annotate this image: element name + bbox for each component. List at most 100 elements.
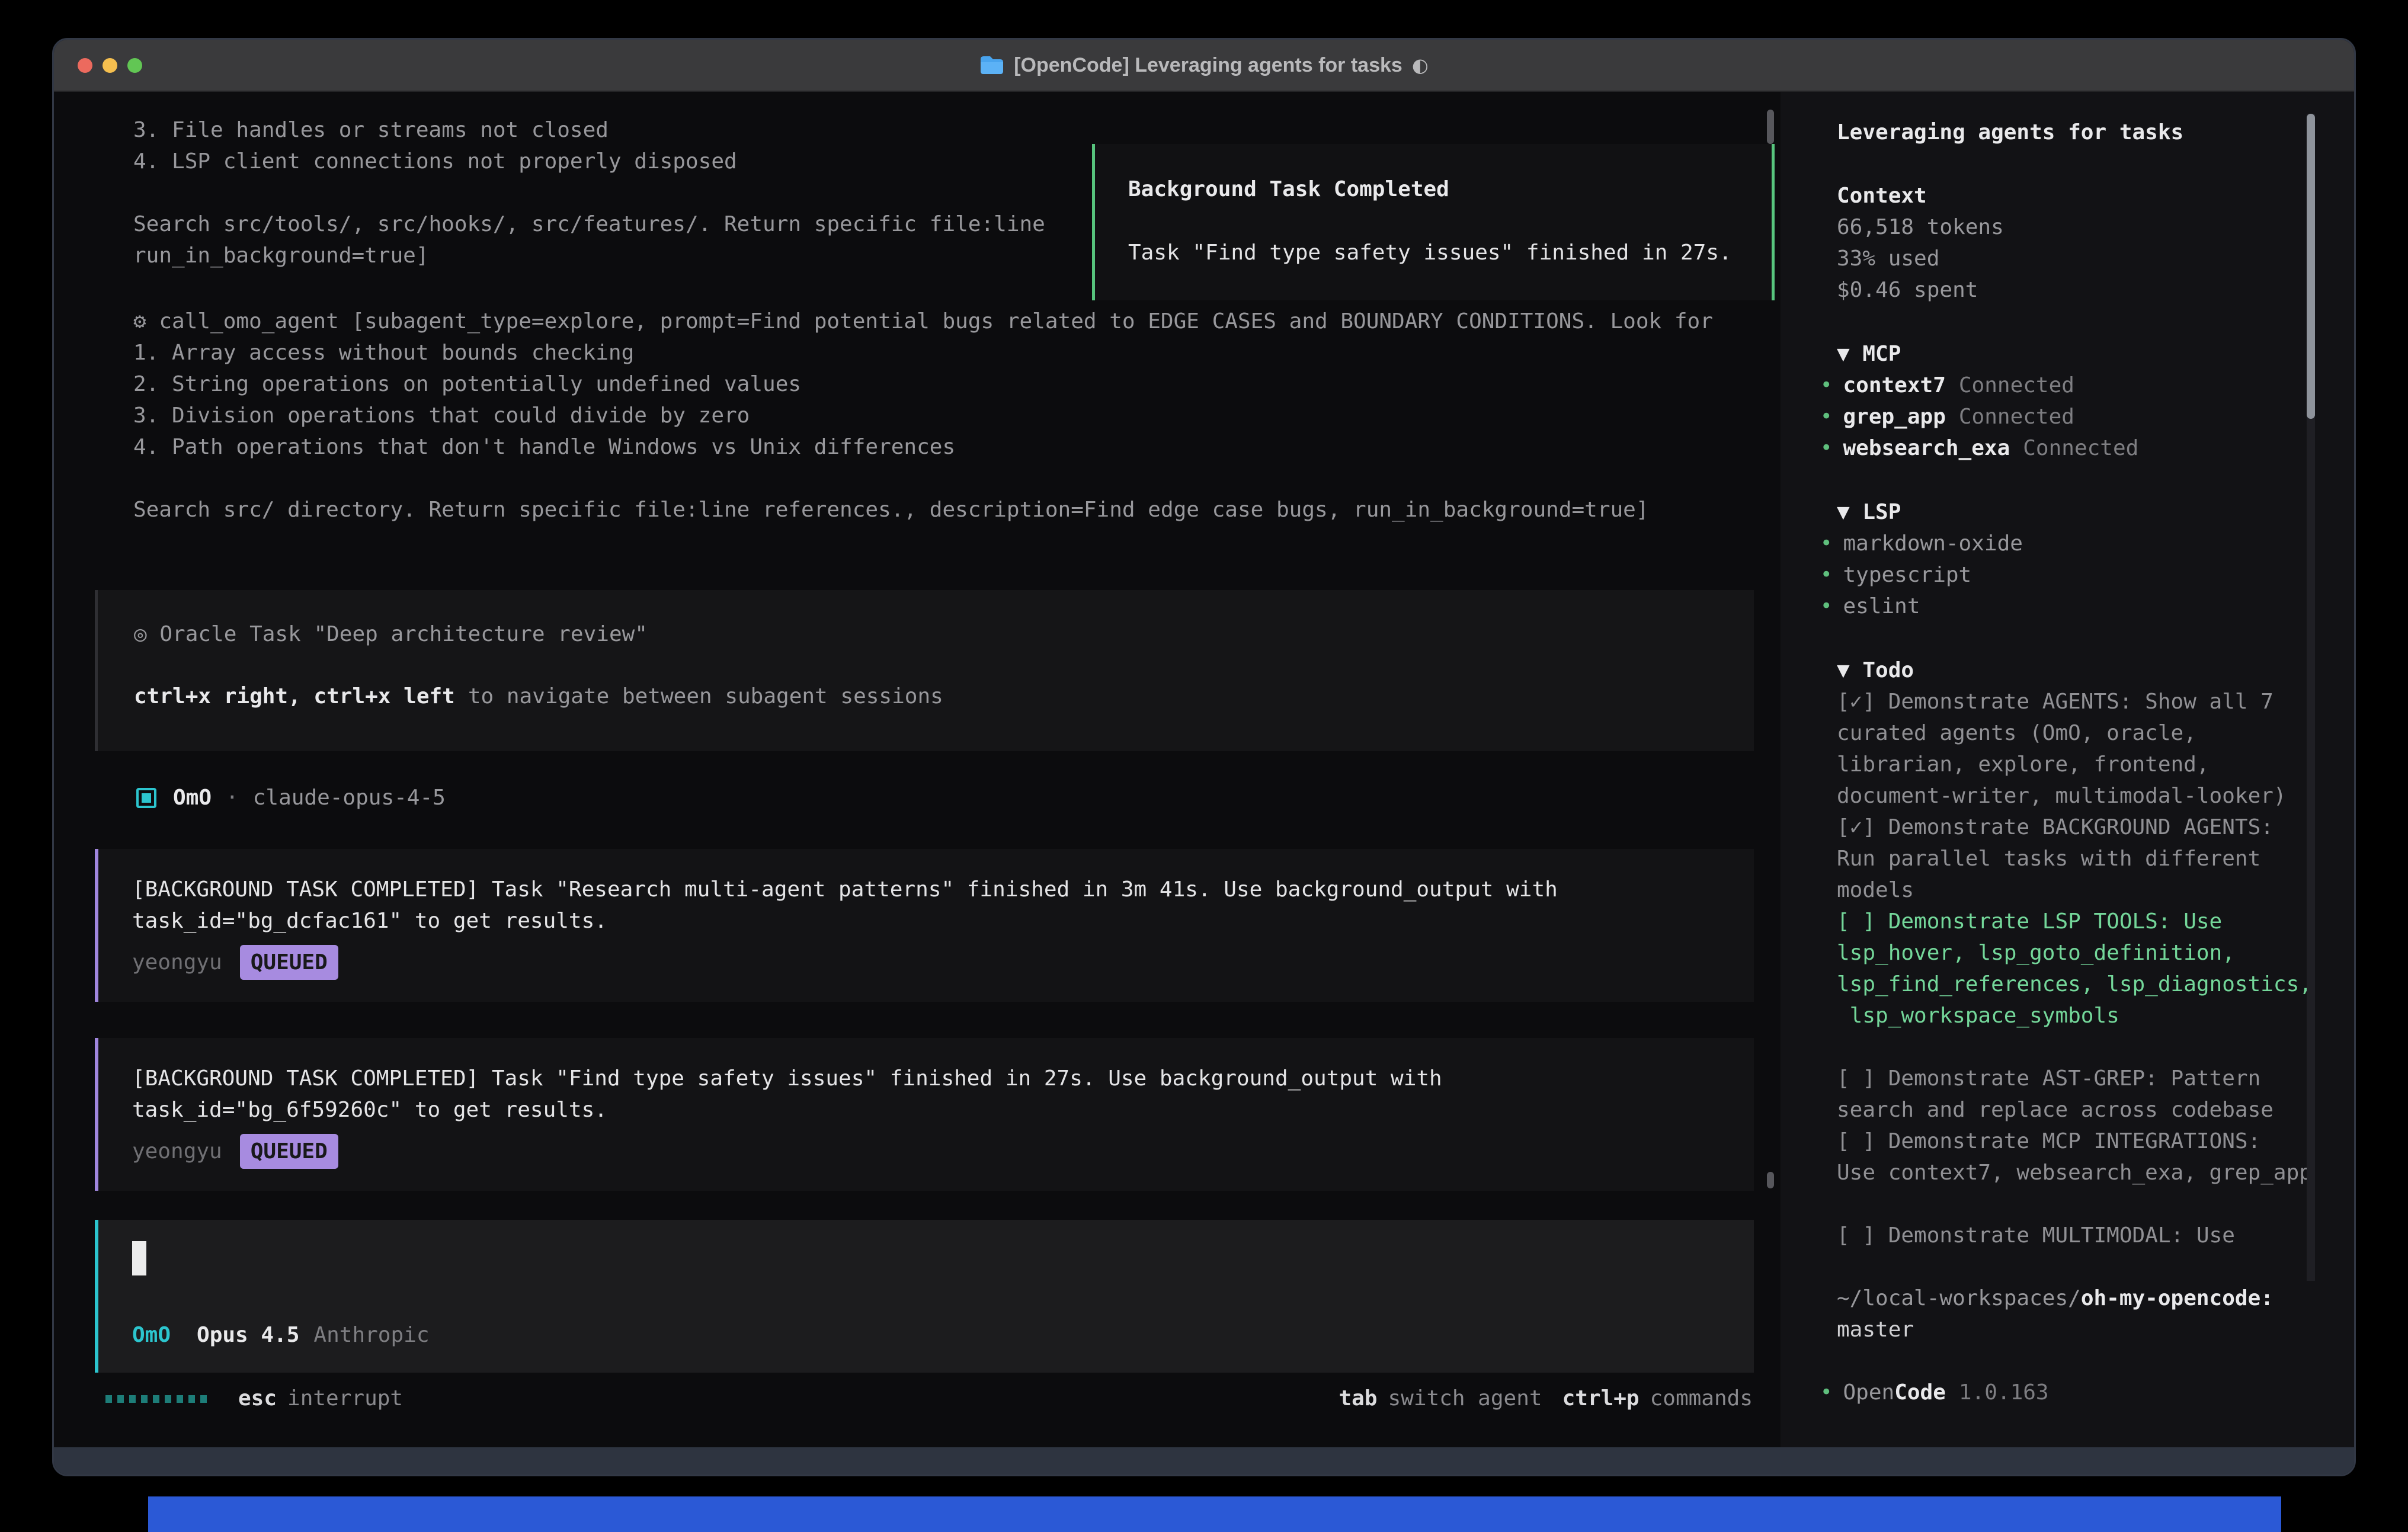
esc-key-label: interrupt (287, 1383, 403, 1415)
status-bar: esc interrupt tab switch agent ctrl+p co… (105, 1383, 1753, 1415)
mcp-item-status: Connected (1959, 370, 2074, 401)
mcp-item-name: grep_app (1843, 401, 1945, 432)
minimize-button[interactable] (103, 58, 117, 73)
status-dot-icon: • (1820, 1377, 1832, 1408)
message-text-line1: [BACKGROUND TASK COMPLETED] Task "Find t… (132, 1063, 1754, 1094)
background-task-toast: Background Task Completed Task "Find typ… (1092, 144, 1775, 300)
window-title-text: [OpenCode] Leveraging agents for tasks (1014, 54, 1402, 77)
mcp-section-toggle[interactable]: ▼ MCP (1837, 338, 1901, 370)
mcp-item-status: Connected (2023, 432, 2138, 464)
oracle-task-title: Oracle Task "Deep architecture review" (159, 622, 648, 646)
input-model-label[interactable]: Opus 4.5 (197, 1319, 299, 1351)
close-button[interactable] (78, 58, 92, 73)
status-dot-icon: • (1820, 370, 1832, 401)
terminal-scrollbar-thumb[interactable] (1767, 110, 1774, 144)
message-card-typesafety: [BACKGROUND TASK COMPLETED] Task "Find t… (95, 1038, 1754, 1191)
sidebar-session-title: Leveraging agents for tasks (1837, 117, 2183, 148)
traffic-lights (78, 40, 142, 91)
status-badge: QUEUED (240, 1134, 338, 1169)
input-agent-label[interactable]: OmO (132, 1319, 171, 1351)
record-icon: ◎ (134, 622, 159, 646)
app-name-bold: Code (1894, 1377, 1946, 1408)
shortcut-keys: ctrl+x right, ctrl+x left (134, 684, 455, 709)
status-dot-icon: • (1820, 528, 1832, 559)
message-text-line2: task_id="bg_6f59260c" to get results. (132, 1094, 1754, 1126)
mcp-item-name: context7 (1843, 370, 1945, 401)
lsp-item-name: typescript (1843, 559, 1971, 591)
context-stats: 66,518 tokens 33% used $0.46 spent (1837, 211, 2004, 306)
status-dot-icon: • (1820, 559, 1832, 591)
lsp-item-name: markdown-oxide (1843, 528, 2022, 559)
session-spinner-icon: ◐ (1412, 54, 1429, 76)
mcp-item: • grep_app Connected (1820, 401, 2074, 432)
message-card-research: [BACKGROUND TASK COMPLETED] Task "Resear… (95, 849, 1754, 1002)
terminal-output-agent-call: ⚙ call_omo_agent [subagent_type=explore,… (133, 306, 1713, 525)
maximize-button[interactable] (127, 58, 142, 73)
status-dot-icon: • (1820, 591, 1832, 622)
input-model-row: OmO Opus 4.5 Anthropic (132, 1319, 430, 1351)
shortcut-hint-text: to navigate between subagent sessions (468, 684, 943, 709)
esc-key-hint: esc (238, 1383, 277, 1415)
window-title: [OpenCode] Leveraging agents for tasks ◐ (979, 54, 1429, 77)
terminal-scrollbar-thumb[interactable] (1767, 1172, 1774, 1188)
oracle-task-header: ◎ Oracle Task "Deep architecture review" (134, 618, 1754, 650)
agent-model: claude-opus-4-5 (253, 782, 446, 813)
workspace-branch: master (1837, 1314, 1914, 1345)
lsp-section-toggle[interactable]: ▼ LSP (1837, 496, 1901, 528)
status-right: tab switch agent ctrl+p commands (1339, 1383, 1753, 1415)
terminal-pane: 3. File handles or streams not closed 4.… (54, 92, 1781, 1447)
folder-icon (979, 55, 1004, 75)
window-bottom-edge (54, 1447, 2354, 1475)
bottom-blue-strip (148, 1496, 2281, 1532)
mcp-item-name: websearch_exa (1843, 432, 2010, 464)
session-sidebar: Leveraging agents for tasks Context 66,5… (1781, 92, 2354, 1447)
omo-agent-icon-fill (142, 793, 151, 803)
lsp-item: • typescript (1820, 559, 1971, 591)
separator-dot: · (226, 782, 239, 813)
workspace-path: ~/local-workspaces/oh-my-opencode: (1837, 1283, 2273, 1314)
mcp-item-status: Connected (1959, 401, 2074, 432)
desktop-background: [OpenCode] Leveraging agents for tasks ◐… (0, 0, 2408, 1532)
oracle-task-panel: ◎ Oracle Task "Deep architecture review"… (95, 590, 1754, 751)
ctrlp-key-label: commands (1650, 1383, 1753, 1415)
terminal-output-top: 3. File handles or streams not closed 4.… (133, 114, 1045, 271)
workspace-path-prefix: ~/local-workspaces/ (1837, 1286, 2081, 1310)
context-heading: Context (1837, 180, 1927, 211)
oracle-task-hint: ctrl+x right, ctrl+x left to navigate bet… (134, 681, 1754, 712)
toast-title: Background Task Completed (1128, 174, 1738, 205)
lsp-item-name: eslint (1843, 591, 1920, 622)
todo-active-item: [ ] Demonstrate LSP TOOLS: Use lsp_hover… (1837, 906, 2312, 1031)
tab-key-label: switch agent (1388, 1383, 1542, 1415)
workspace-repo: oh-my-opencode: (2081, 1286, 2273, 1310)
lsp-item: • markdown-oxide (1820, 528, 2023, 559)
status-left: esc interrupt (105, 1383, 403, 1415)
opencode-window: [OpenCode] Leveraging agents for tasks ◐… (52, 38, 2356, 1476)
mcp-item: • context7 Connected (1820, 370, 2074, 401)
app-name-prefix: Open (1843, 1377, 1894, 1408)
status-badge: QUEUED (240, 945, 338, 980)
title-bar[interactable]: [OpenCode] Leveraging agents for tasks ◐ (54, 40, 2354, 92)
todo-done-items: [✓] Demonstrate AGENTS: Show all 7 curat… (1837, 686, 2287, 906)
input-provider-label: Anthropic (313, 1319, 429, 1351)
message-author: yeongyu (132, 947, 222, 978)
prompt-input[interactable]: OmO Opus 4.5 Anthropic (95, 1220, 1754, 1373)
activity-dots-icon (105, 1395, 207, 1403)
tab-key-hint: tab (1339, 1383, 1377, 1415)
mcp-item: • websearch_exa Connected (1820, 432, 2138, 464)
agent-name: OmO (173, 782, 212, 813)
message-text-line1: [BACKGROUND TASK COMPLETED] Task "Resear… (132, 874, 1754, 905)
message-author: yeongyu (132, 1136, 222, 1167)
toast-body: Task "Find type safety issues" finished … (1128, 237, 1738, 268)
message-meta: yeongyu QUEUED (132, 945, 1754, 980)
version-row: • OpenCode 1.0.163 (1820, 1377, 2049, 1408)
message-meta: yeongyu QUEUED (132, 1134, 1754, 1169)
text-cursor (132, 1241, 146, 1275)
status-dot-icon: • (1820, 401, 1832, 432)
sidebar-scrollbar-thumb[interactable] (2307, 114, 2315, 419)
omo-agent-icon (136, 788, 156, 808)
todo-section-toggle[interactable]: ▼ Todo (1837, 655, 1914, 686)
status-dot-icon: • (1820, 432, 1832, 464)
ctrlp-key-hint: ctrl+p (1562, 1383, 1640, 1415)
app-version: 1.0.163 (1959, 1377, 2049, 1408)
lsp-item: • eslint (1820, 591, 1920, 622)
